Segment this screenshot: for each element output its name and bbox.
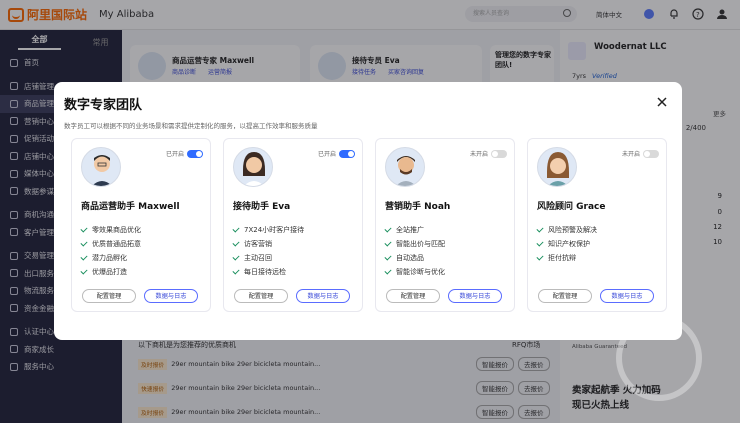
avatar-eva [233, 147, 273, 187]
agent-toggle[interactable]: 未开启 [622, 149, 659, 158]
check-icon [536, 225, 544, 233]
avatar-noah [385, 147, 425, 187]
toggle-switch[interactable] [339, 149, 355, 158]
feature-item: 智能诊断与优化 [384, 267, 445, 277]
config-manage-button[interactable]: 配置管理 [538, 289, 592, 303]
check-icon [80, 225, 88, 233]
feature-item: 潜力品孵化 [80, 253, 127, 263]
data-log-button[interactable]: 数据与日志 [296, 289, 350, 303]
expert-team-modal: 数字专家团队 数字员工可以根据不同的业务场景和需求提供定制化的服务，以提高工作效… [54, 82, 682, 340]
avatar-maxwell [81, 147, 121, 187]
agent-card-noah: 未开启 营销助手 Noah 全站推广 智能出价与匹配 自动选品 智能诊断与优化 … [375, 138, 515, 312]
check-icon [384, 253, 392, 261]
check-icon [80, 267, 88, 275]
feature-item: 全站推广 [384, 225, 424, 235]
agent-card-grace: 未开启 风险顾问 Grace 风险预警及解决 知识产权保护 拒付抗辩 配置管理 … [527, 138, 667, 312]
agent-name: 风险顾问 Grace [537, 202, 606, 212]
toggle-label: 未开启 [469, 151, 488, 158]
toggle-label: 未开启 [621, 151, 640, 158]
feature-item: 风险预警及解决 [536, 225, 597, 235]
check-icon [232, 239, 240, 247]
check-icon [384, 239, 392, 247]
toggle-label: 已开启 [317, 151, 336, 158]
data-log-button[interactable]: 数据与日志 [448, 289, 502, 303]
check-icon [232, 253, 240, 261]
agent-card-maxwell: 已开启 商品运营助手 Maxwell 零效果商品优化 优质普通品拓意 潜力品孵化… [71, 138, 211, 312]
watermark-logo [616, 315, 702, 401]
data-log-button[interactable]: 数据与日志 [144, 289, 198, 303]
modal-subtitle: 数字员工可以根据不同的业务场景和需求提供定制化的服务，以提高工作效率和服务质量 [64, 122, 318, 130]
agent-toggle[interactable]: 未开启 [470, 149, 507, 158]
feature-item: 7X24小时客户接待 [232, 225, 304, 235]
agent-card-eva: 已开启 接待助手 Eva 7X24小时客户接待 访客营销 主动召回 每日接待远检… [223, 138, 363, 312]
agent-toggle[interactable]: 已开启 [166, 149, 203, 158]
data-log-button[interactable]: 数据与日志 [600, 289, 654, 303]
config-manage-button[interactable]: 配置管理 [82, 289, 136, 303]
feature-item: 知识产权保护 [536, 239, 590, 249]
feature-item: 优爆品打造 [80, 267, 127, 277]
toggle-label: 已开启 [165, 151, 184, 158]
modal-title: 数字专家团队 [64, 98, 143, 113]
config-manage-button[interactable]: 配置管理 [386, 289, 440, 303]
check-icon [536, 253, 544, 261]
toggle-switch[interactable] [643, 149, 659, 158]
agent-toggle[interactable]: 已开启 [318, 149, 355, 158]
toggle-switch[interactable] [187, 149, 203, 158]
feature-item: 拒付抗辩 [536, 253, 576, 263]
check-icon [80, 253, 88, 261]
feature-item: 每日接待远检 [232, 267, 286, 277]
feature-item: 优质普通品拓意 [80, 239, 141, 249]
check-icon [232, 225, 240, 233]
feature-item: 主动召回 [232, 253, 272, 263]
feature-item: 自动选品 [384, 253, 424, 263]
check-icon [384, 267, 392, 275]
agent-name: 营销助手 Noah [385, 202, 451, 212]
avatar-grace [537, 147, 577, 187]
close-icon[interactable] [656, 96, 668, 108]
check-icon [536, 239, 544, 247]
check-icon [80, 239, 88, 247]
toggle-switch[interactable] [491, 149, 507, 158]
agent-name: 接待助手 Eva [233, 202, 291, 212]
feature-item: 访客营销 [232, 239, 272, 249]
feature-item: 零效果商品优化 [80, 225, 141, 235]
check-icon [232, 267, 240, 275]
agent-name: 商品运营助手 Maxwell [81, 202, 180, 212]
config-manage-button[interactable]: 配置管理 [234, 289, 288, 303]
feature-item: 智能出价与匹配 [384, 239, 445, 249]
check-icon [384, 225, 392, 233]
